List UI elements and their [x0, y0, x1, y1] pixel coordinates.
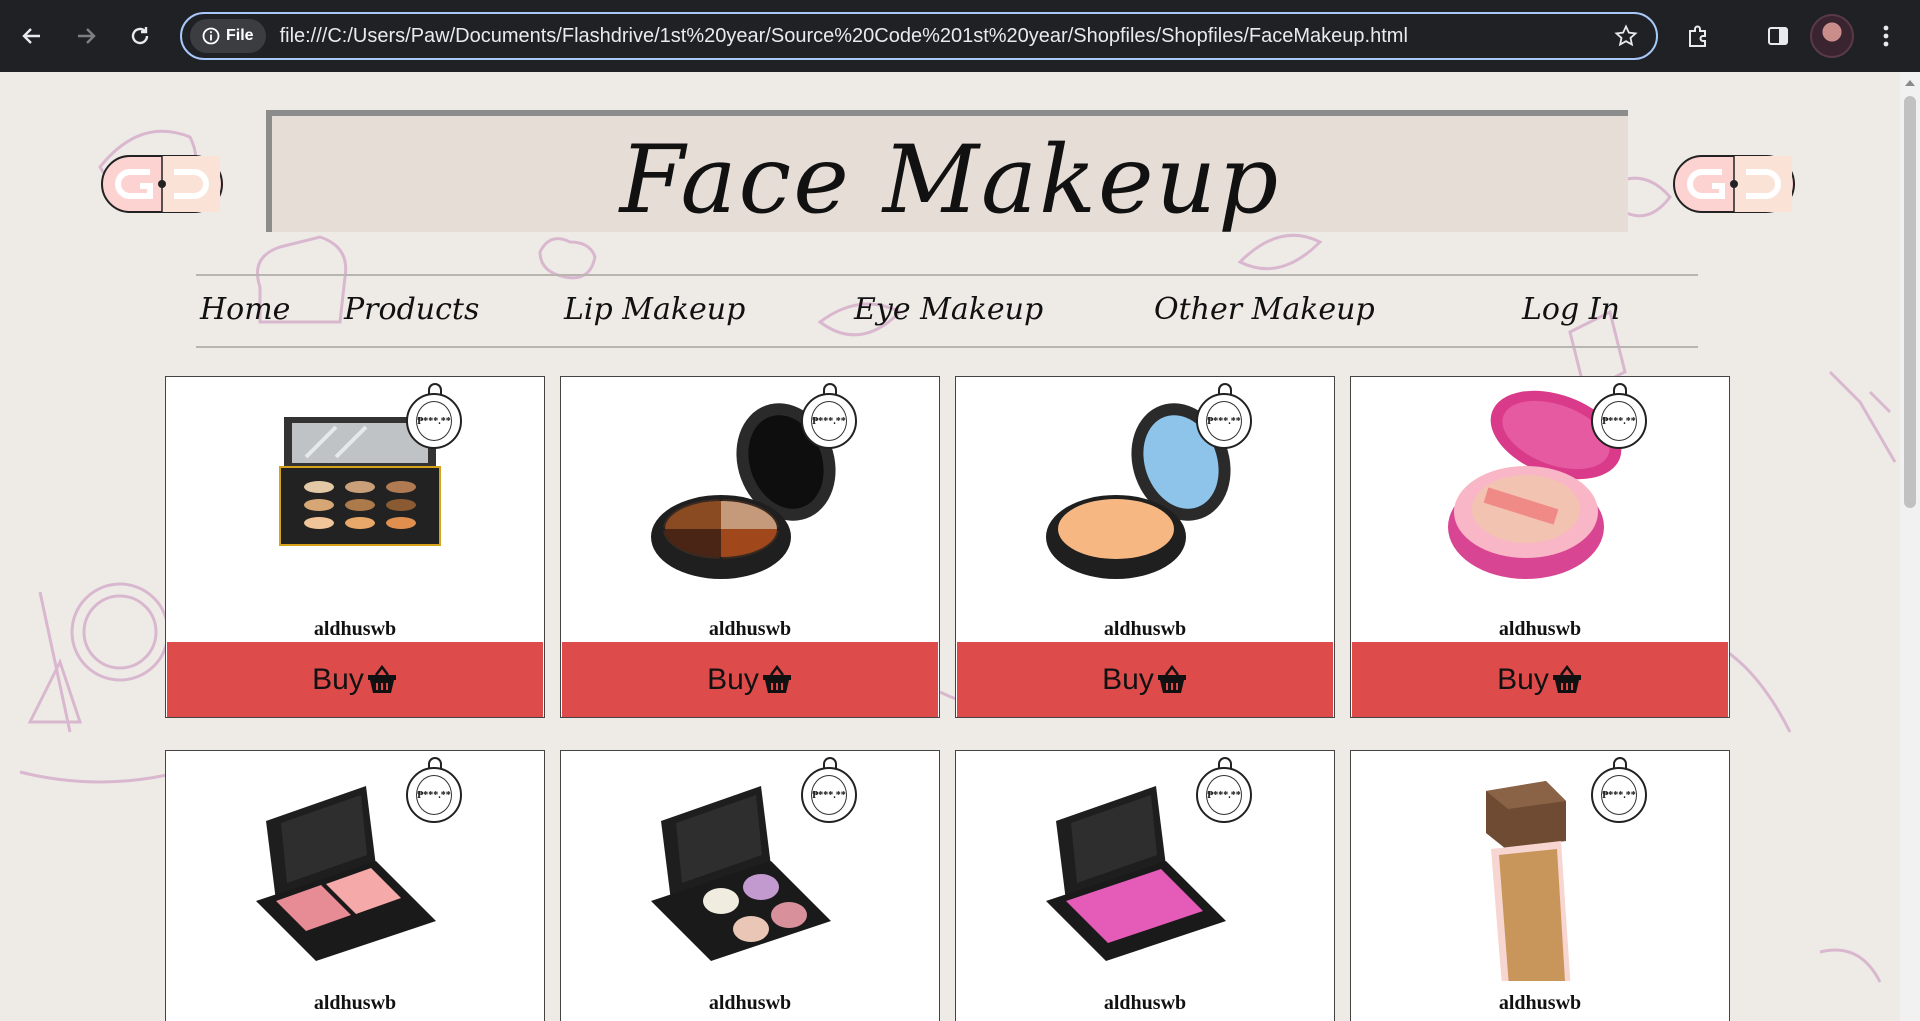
product-name: aldhuswb	[1103, 992, 1187, 1014]
side-panel-button[interactable]	[1760, 18, 1796, 54]
product-card: ₱***.** aldhuswb	[560, 750, 940, 1021]
forward-arrow-icon	[78, 28, 96, 44]
price-tag: ₱***.**	[1591, 767, 1647, 823]
product-name: aldhuswb	[1103, 618, 1187, 640]
reload-button[interactable]	[122, 18, 158, 54]
price-text: ₱***.**	[812, 789, 846, 801]
nav-log-in[interactable]: Log In	[1522, 292, 1620, 327]
shopping-basket-icon	[1552, 664, 1581, 693]
nav-divider-top	[196, 274, 1698, 276]
nav-other-makeup[interactable]: Other Makeup	[1154, 292, 1375, 327]
price-tag: ₱***.**	[1591, 393, 1647, 449]
price-tag: ₱***.**	[406, 393, 462, 449]
forward-button[interactable]	[68, 18, 104, 54]
kebab-menu-icon	[1883, 25, 1889, 47]
product-card: ₱***.** aldhuswb Buy	[560, 376, 940, 718]
back-arrow-icon	[22, 28, 40, 44]
brand-logo-left	[101, 155, 223, 213]
nav-lip-makeup[interactable]: Lip Makeup	[564, 292, 745, 327]
file-chip-label: File	[226, 27, 254, 44]
price-text: ₱***.**	[812, 415, 846, 427]
product-card: ₱***.** aldhuswb Buy	[955, 376, 1335, 718]
product-card: ₱***.** aldhuswb Buy	[165, 376, 545, 718]
buy-label: Buy	[707, 662, 759, 696]
product-name: aldhuswb	[708, 992, 792, 1014]
price-text: ₱***.**	[417, 415, 451, 427]
product-name: aldhuswb	[1498, 992, 1582, 1014]
page-title: Face Makeup	[619, 126, 1281, 235]
bookmark-star-button[interactable]	[1614, 24, 1638, 52]
product-card: ₱***.** aldhuswb	[955, 750, 1335, 1021]
product-name: aldhuswb	[313, 618, 397, 640]
product-name: aldhuswb	[708, 618, 792, 640]
buy-label: Buy	[1102, 662, 1154, 696]
product-image-foundation-bottle	[1486, 781, 1571, 981]
product-image-eyeshadow-palette	[279, 417, 441, 546]
browser-menu-button[interactable]	[1868, 18, 1904, 54]
product-card: ₱***.** aldhuswb Buy	[1350, 376, 1730, 718]
product-card: ₱***.** aldhuswb	[1350, 750, 1730, 1021]
profile-avatar[interactable]	[1810, 14, 1854, 58]
nav-eye-makeup[interactable]: Eye Makeup	[854, 292, 1043, 327]
shopping-basket-icon	[762, 664, 791, 693]
address-bar[interactable]: File file:///C:/Users/Paw/Documents/Flas…	[180, 12, 1658, 60]
extensions-button[interactable]	[1680, 18, 1716, 54]
info-icon	[202, 27, 220, 45]
shopping-basket-icon	[367, 664, 396, 693]
price-tag: ₱***.**	[1196, 393, 1252, 449]
nav-divider-bottom	[196, 346, 1698, 348]
brand-logo-right	[1673, 155, 1795, 213]
product-image-blush-single	[1046, 786, 1226, 961]
price-text: ₱***.**	[417, 789, 451, 801]
back-button[interactable]	[14, 18, 50, 54]
buy-label: Buy	[1497, 662, 1549, 696]
product-image-compact-powder	[1046, 403, 1231, 579]
side-panel-icon	[1768, 27, 1788, 45]
page-scrollbar[interactable]	[1900, 72, 1920, 1021]
product-image-blush-duo	[256, 786, 436, 961]
shopping-basket-icon	[1157, 664, 1186, 693]
url-text[interactable]: file:///C:/Users/Paw/Documents/Flashdriv…	[280, 25, 1408, 48]
scrollbar-thumb[interactable]	[1904, 96, 1916, 508]
product-card: ₱***.** aldhuswb	[165, 750, 545, 1021]
price-text: ₱***.**	[1207, 789, 1241, 801]
buy-button[interactable]: Buy	[167, 642, 543, 717]
price-tag: ₱***.**	[1196, 767, 1252, 823]
site-info-chip[interactable]: File	[190, 19, 266, 53]
buy-button[interactable]: Buy	[1352, 642, 1728, 717]
puzzle-icon	[1689, 25, 1706, 47]
product-name: aldhuswb	[313, 992, 397, 1014]
buy-button[interactable]: Buy	[562, 642, 938, 717]
star-icon	[1614, 24, 1638, 47]
buy-label: Buy	[312, 662, 364, 696]
product-image-cushion-compact	[1448, 390, 1622, 579]
browser-toolbar: File file:///C:/Users/Paw/Documents/Flas…	[0, 0, 1920, 72]
price-text: ₱***.**	[1602, 415, 1636, 427]
price-text: ₱***.**	[1602, 789, 1636, 801]
title-banner: Face Makeup	[266, 110, 1628, 235]
product-image-eyeshadow-quad	[651, 786, 831, 961]
buy-button[interactable]: Buy	[957, 642, 1333, 717]
product-image-compact-quad	[651, 403, 836, 579]
nav-products[interactable]: Products	[344, 292, 479, 327]
reload-icon	[131, 27, 149, 45]
price-tag: ₱***.**	[801, 393, 857, 449]
price-text: ₱***.**	[1207, 415, 1241, 427]
nav-home[interactable]: Home	[200, 292, 290, 327]
page-viewport: Face Makeup Home Products Lip Makeup Eye…	[0, 72, 1900, 1021]
scroll-up-arrow-icon[interactable]	[1905, 80, 1915, 86]
price-tag: ₱***.**	[801, 767, 857, 823]
product-name: aldhuswb	[1498, 618, 1582, 640]
price-tag: ₱***.**	[406, 767, 462, 823]
